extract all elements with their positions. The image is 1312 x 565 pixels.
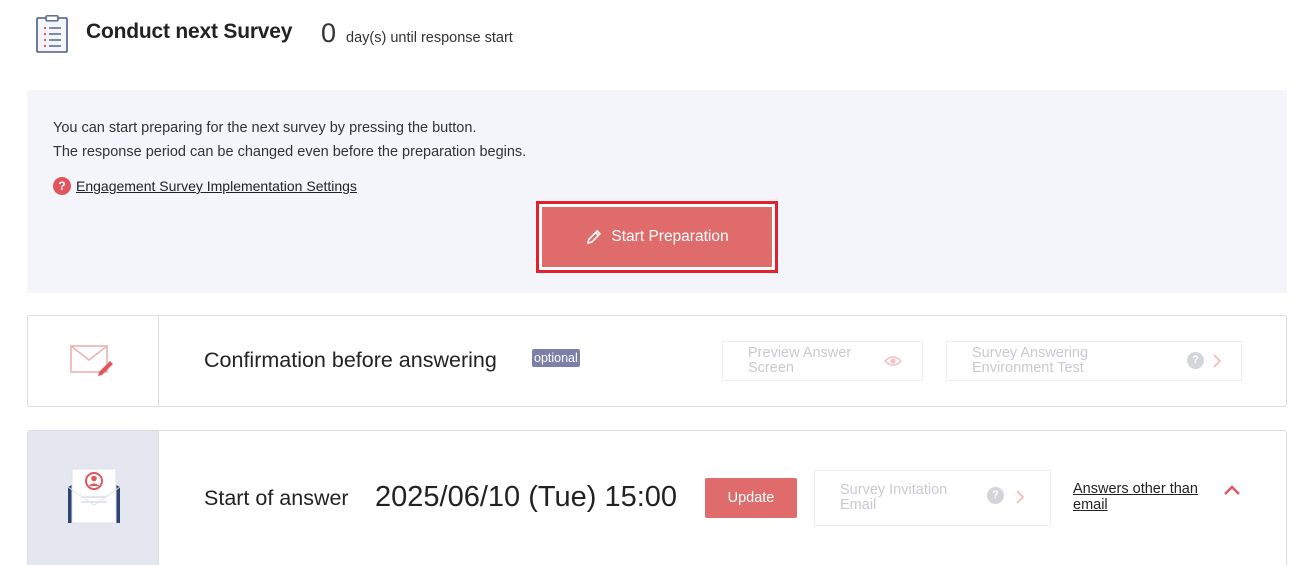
chevron-right-icon	[1213, 354, 1222, 368]
confirmation-card: Confirmation before answering optional P…	[27, 315, 1287, 407]
preview-answer-screen-button[interactable]: Preview Answer Screen	[722, 341, 923, 381]
help-icon: ?	[1187, 352, 1204, 369]
start-datetime: 2025/06/10 (Tue) 15:00	[375, 481, 678, 513]
page-title: Conduct next Survey	[86, 20, 293, 43]
start-preparation-label: Start Preparation	[611, 228, 729, 245]
page-header: Conduct next Survey 0 day(s) until respo…	[0, 0, 1312, 70]
chevron-right-icon	[1016, 490, 1025, 504]
answers-other-than-email-link[interactable]: Answers other than email	[1073, 481, 1218, 513]
pencil-icon	[587, 230, 602, 244]
envelope-edit-icon	[70, 345, 113, 376]
start-preparation-button[interactable]: Start Preparation	[542, 207, 772, 267]
update-button[interactable]: Update	[705, 478, 797, 518]
optional-badge: optional	[532, 349, 580, 367]
preview-answer-screen-label: Preview Answer Screen	[748, 345, 852, 376]
survey-invitation-email-label: Survey Invitation Email	[840, 482, 948, 513]
environment-test-button[interactable]: Survey Answering Environment Test ?	[946, 341, 1242, 381]
days-label: day(s) until response start	[346, 30, 513, 46]
help-icon: ?	[53, 177, 71, 195]
survey-invitation-email-button[interactable]: Survey Invitation Email ?	[814, 470, 1051, 526]
prep-message-line2: The response period can be changed even …	[53, 144, 527, 160]
help-icon: ?	[987, 487, 1004, 504]
chevron-up-icon[interactable]	[1223, 484, 1241, 496]
start-of-answer-label: Start of answer	[204, 486, 349, 510]
eye-icon	[884, 356, 902, 366]
start-of-answer-card: Start of answer 2025/06/10 (Tue) 15:00 U…	[27, 430, 1287, 565]
environment-test-label: Survey Answering Environment Test	[972, 345, 1089, 376]
invitation-mail-icon	[67, 468, 121, 524]
answer-icon-cell	[28, 431, 159, 565]
confirmation-icon-cell	[28, 316, 159, 406]
preparation-panel: You can start preparing for the next sur…	[27, 90, 1287, 293]
days-count: 0	[321, 18, 337, 48]
confirmation-label: Confirmation before answering	[204, 348, 497, 372]
survey-document-icon	[36, 15, 68, 53]
start-preparation-highlight: Start Preparation	[536, 201, 778, 273]
prep-message-line1: You can start preparing for the next sur…	[53, 120, 477, 136]
implementation-settings-link[interactable]: ? Engagement Survey Implementation Setti…	[53, 177, 357, 195]
implementation-settings-link-text[interactable]: Engagement Survey Implementation Setting…	[76, 178, 357, 194]
